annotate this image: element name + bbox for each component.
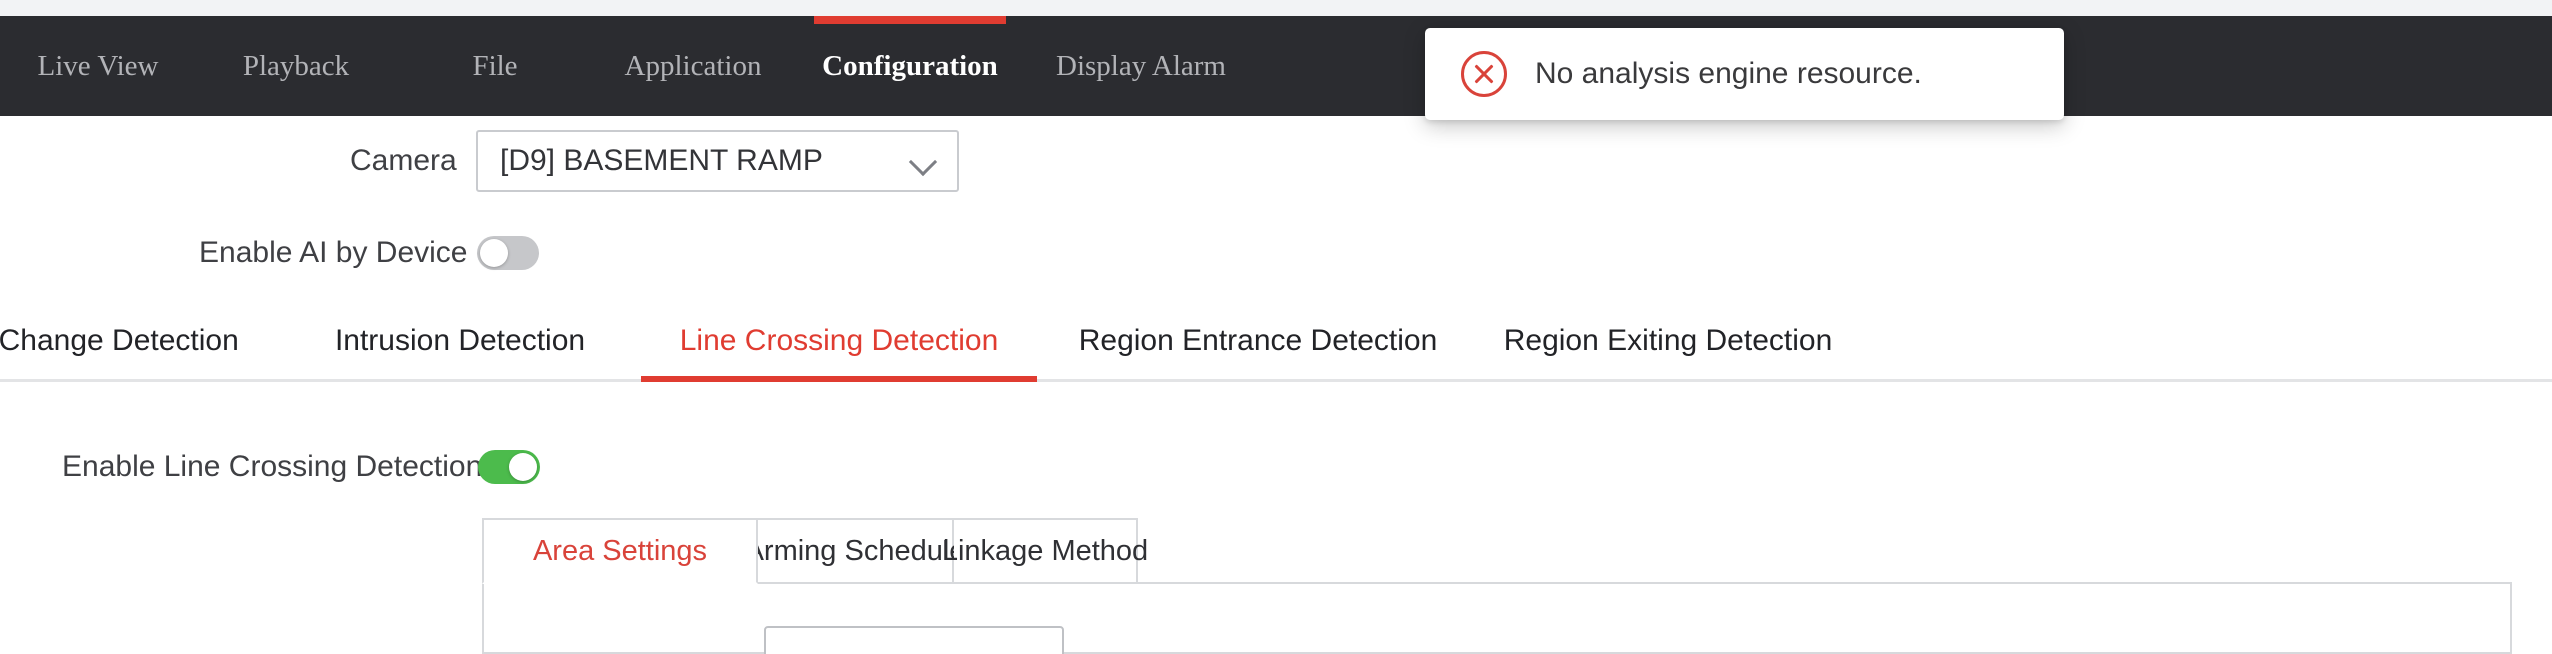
tab-active-underline bbox=[641, 376, 1037, 382]
tab-scene-change-detection[interactable]: Scene Change Detection bbox=[0, 300, 262, 382]
tab-label: Intrusion Detection bbox=[334, 324, 586, 357]
nav-item-label: Live View bbox=[37, 49, 159, 82]
window-top-strip bbox=[0, 0, 2552, 16]
subtab-area-settings[interactable]: Area Settings bbox=[482, 518, 758, 584]
subtab-arming-schedule[interactable]: Arming Schedule bbox=[745, 518, 965, 584]
enable-detection-toggle[interactable] bbox=[478, 450, 540, 484]
panel-input-field[interactable] bbox=[764, 626, 1064, 654]
tab-region-exiting-detection[interactable]: Region Exiting Detection bbox=[1478, 300, 1858, 382]
error-toast[interactable]: No analysis engine resource. bbox=[1425, 28, 2064, 120]
subtab-label: Linkage Method bbox=[941, 534, 1149, 567]
toggle-knob bbox=[509, 453, 537, 481]
nav-active-indicator bbox=[814, 16, 1006, 24]
nav-item-display-alarm[interactable]: Display Alarm bbox=[1046, 16, 1236, 116]
nav-item-label: Display Alarm bbox=[1056, 49, 1226, 82]
tab-region-entrance-detection[interactable]: Region Entrance Detection bbox=[1058, 300, 1458, 382]
enable-ai-label: Enable AI by Device bbox=[199, 236, 468, 269]
nav-item-configuration[interactable]: Configuration bbox=[814, 16, 1006, 116]
subtab-linkage-method[interactable]: Linkage Method bbox=[942, 518, 1148, 584]
enable-detection-label: Enable Line Crossing Detection bbox=[62, 450, 483, 483]
chevron-down-icon bbox=[911, 148, 937, 174]
tab-label: Line Crossing Detection bbox=[679, 324, 999, 357]
detection-tabbar: Scene Change Detection Intrusion Detectio… bbox=[0, 300, 2552, 382]
nav-item-label: File bbox=[472, 49, 518, 82]
nav-item-file[interactable]: File bbox=[460, 16, 530, 116]
camera-selector-row: Camera [D9] BASEMENT RAMP bbox=[0, 130, 2552, 192]
nav-item-label: Configuration bbox=[822, 49, 998, 82]
configuration-page: Live View Playback File Application Configur… bbox=[0, 0, 2552, 654]
error-circle-x-icon bbox=[1461, 51, 1507, 97]
tab-line-crossing-detection[interactable]: Line Crossing Detection bbox=[641, 300, 1037, 382]
camera-select-value: [D9] BASEMENT RAMP bbox=[500, 144, 823, 177]
subtab-label: Area Settings bbox=[532, 534, 708, 567]
tab-label: Region Exiting Detection bbox=[1503, 324, 1833, 357]
tab-intrusion-detection[interactable]: Intrusion Detection bbox=[310, 300, 610, 382]
toggle-knob bbox=[480, 239, 508, 267]
settings-subtab-list: Area Settings Arming Schedule Linkage Meth… bbox=[482, 518, 1148, 584]
nav-item-application[interactable]: Application bbox=[608, 16, 778, 116]
nav-item-live-view[interactable]: Live View bbox=[18, 16, 178, 116]
camera-select[interactable]: [D9] BASEMENT RAMP bbox=[476, 130, 959, 192]
tab-label: Scene Change Detection bbox=[0, 324, 239, 357]
main-navigation-bar: Live View Playback File Application Configur… bbox=[0, 16, 2552, 116]
tab-label: Region Entrance Detection bbox=[1078, 324, 1438, 357]
subtab-label: Arming Schedule bbox=[744, 534, 966, 567]
error-toast-message: No analysis engine resource. bbox=[1535, 57, 1922, 90]
nav-item-label: Playback bbox=[242, 49, 350, 82]
enable-detection-row: Enable Line Crossing Detection bbox=[0, 442, 2552, 492]
enable-ai-toggle[interactable] bbox=[477, 236, 539, 270]
nav-item-label: Application bbox=[624, 49, 762, 82]
camera-label: Camera bbox=[350, 144, 457, 177]
settings-panel bbox=[482, 582, 2512, 654]
nav-item-playback[interactable]: Playback bbox=[226, 16, 366, 116]
enable-ai-row: Enable AI by Device bbox=[0, 228, 2552, 278]
settings-subtabs-section: Area Settings Arming Schedule Linkage Meth… bbox=[482, 518, 2512, 654]
